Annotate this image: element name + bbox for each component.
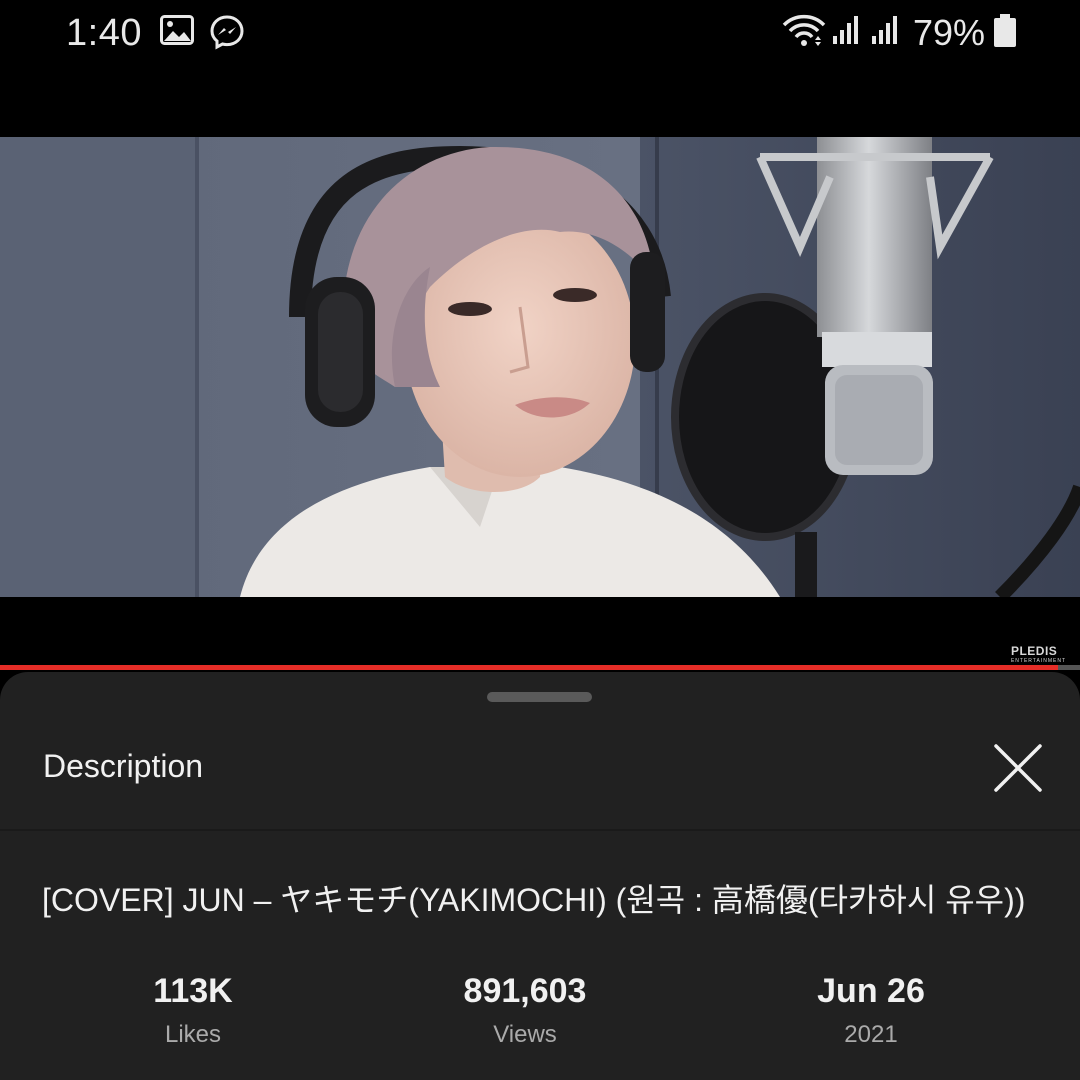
sheet-title: Description (43, 748, 204, 784)
close-icon (994, 744, 1042, 792)
watermark-text: PLEDIS (1010, 644, 1058, 658)
views-count: 891,603 (463, 972, 587, 1010)
wifi-icon (782, 14, 826, 53)
likes-count: 113K (153, 972, 233, 1010)
stat-likes: 113K Likes (43, 972, 343, 1049)
signal-icon (831, 14, 861, 51)
pledis-watermark: PLEDIS ENTERTAINMENT (1011, 644, 1066, 664)
drag-handle[interactable] (487, 692, 592, 702)
upload-date: Jun 26 (817, 972, 925, 1010)
divider (0, 829, 1080, 831)
status-time: 1:40 (66, 12, 142, 54)
video-player[interactable] (0, 137, 1080, 597)
video-title: [COVER] JUN – ヤキモチ(YAKIMOCHI) (원곡 : 高橋優(… (42, 882, 1026, 918)
close-button[interactable] (988, 738, 1048, 798)
description-sheet: Description [COVER] JUN – ヤキモチ(YAKIMOCHI… (0, 672, 1080, 1080)
upload-year: 2021 (844, 1021, 898, 1048)
likes-label: Likes (164, 1021, 222, 1048)
stat-date: Jun 26 2021 (721, 972, 1021, 1049)
image-icon (160, 15, 194, 50)
watermark-subtext: ENTERTAINMENT (1010, 658, 1066, 664)
signal-icon (870, 14, 900, 51)
progress-bar[interactable] (0, 665, 1080, 670)
progress-fill (0, 665, 1059, 670)
views-label: Views (493, 1021, 557, 1048)
video-letterbox (0, 597, 1080, 667)
status-bar: 1:40 79% (0, 0, 1080, 66)
video-frame (0, 137, 1080, 597)
stat-views: 891,603 Views (375, 972, 675, 1049)
battery-icon (993, 14, 1017, 53)
battery-percent: 79% (913, 12, 986, 53)
messenger-icon (209, 14, 245, 55)
